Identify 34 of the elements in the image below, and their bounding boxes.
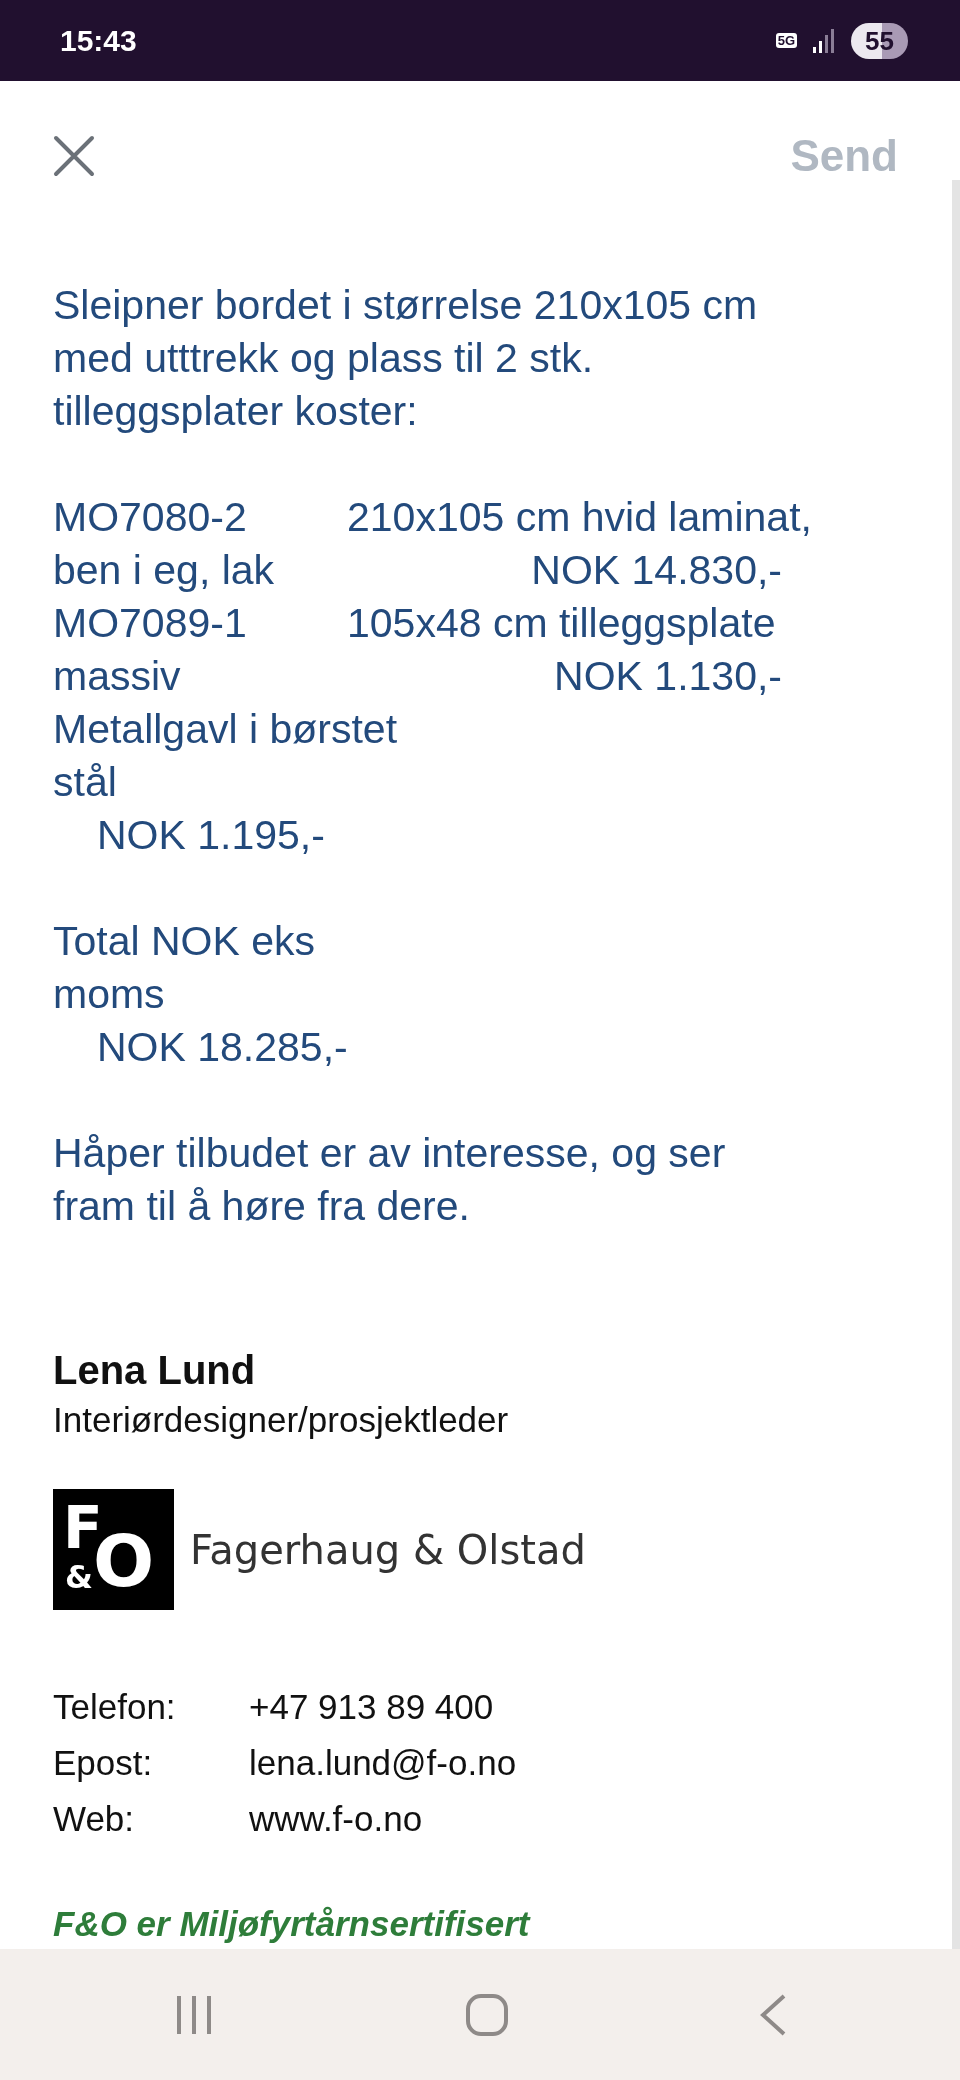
item-code: MO7089-1 <box>53 599 247 648</box>
status-time: 15:43 <box>60 23 137 59</box>
item-description: 210x105 cm hvid laminat, <box>347 493 813 542</box>
contact-label: Telefon: <box>53 1686 177 1728</box>
battery-level: 55 <box>851 22 908 59</box>
contact-label: Epost: <box>53 1742 154 1784</box>
close-button[interactable] <box>52 134 96 178</box>
certification-text: F&O er Miljøfyrtårnsertifisert <box>53 1903 532 1945</box>
item-description: ben i eg, lak <box>53 546 275 595</box>
message-paragraph: Håper tilbudet er av interesse, og ser fram til å høre fra dere. <box>53 1129 727 1231</box>
back-icon[interactable] <box>759 1992 787 2037</box>
item-price: NOK 14.830,- <box>531 546 782 595</box>
home-icon[interactable] <box>465 1992 509 2037</box>
network-type: 5G <box>775 33 798 48</box>
message-line: moms <box>53 970 165 1019</box>
contact-label: Web: <box>53 1798 136 1840</box>
sender-name: Lena Lund <box>53 1347 257 1394</box>
item-description: massiv <box>53 652 181 701</box>
item-price: NOK 1.195,- <box>96 811 325 860</box>
contact-value: lena.lund@f-o.no <box>249 1743 517 1782</box>
item-price: NOK 1.130,- <box>554 652 782 701</box>
item-description: 105x48 cm tilleggsplate <box>347 599 777 648</box>
contact-value: +47 913 89 400 <box>249 1687 494 1726</box>
message-line: Total NOK eks <box>53 917 316 966</box>
item-code: MO7080-2 <box>53 493 247 542</box>
signal-icon <box>813 28 836 53</box>
company-name: Fagerhaug & Olstad <box>190 1525 586 1575</box>
sender-title: Interiørdesigner/prosjektleder <box>53 1399 510 1441</box>
close-icon <box>52 134 96 178</box>
message-line: stål <box>53 758 117 807</box>
message-paragraph: Sleipner bordet i størrelse 210x105 cm med utttrekk og plass til 2 stk. tilleggsplater koster: <box>53 281 759 436</box>
contact-value: www.f-o.no <box>249 1799 423 1838</box>
message-line: Metallgavl i børstet <box>53 705 398 754</box>
item-price: NOK 18.285,- <box>96 1023 348 1072</box>
